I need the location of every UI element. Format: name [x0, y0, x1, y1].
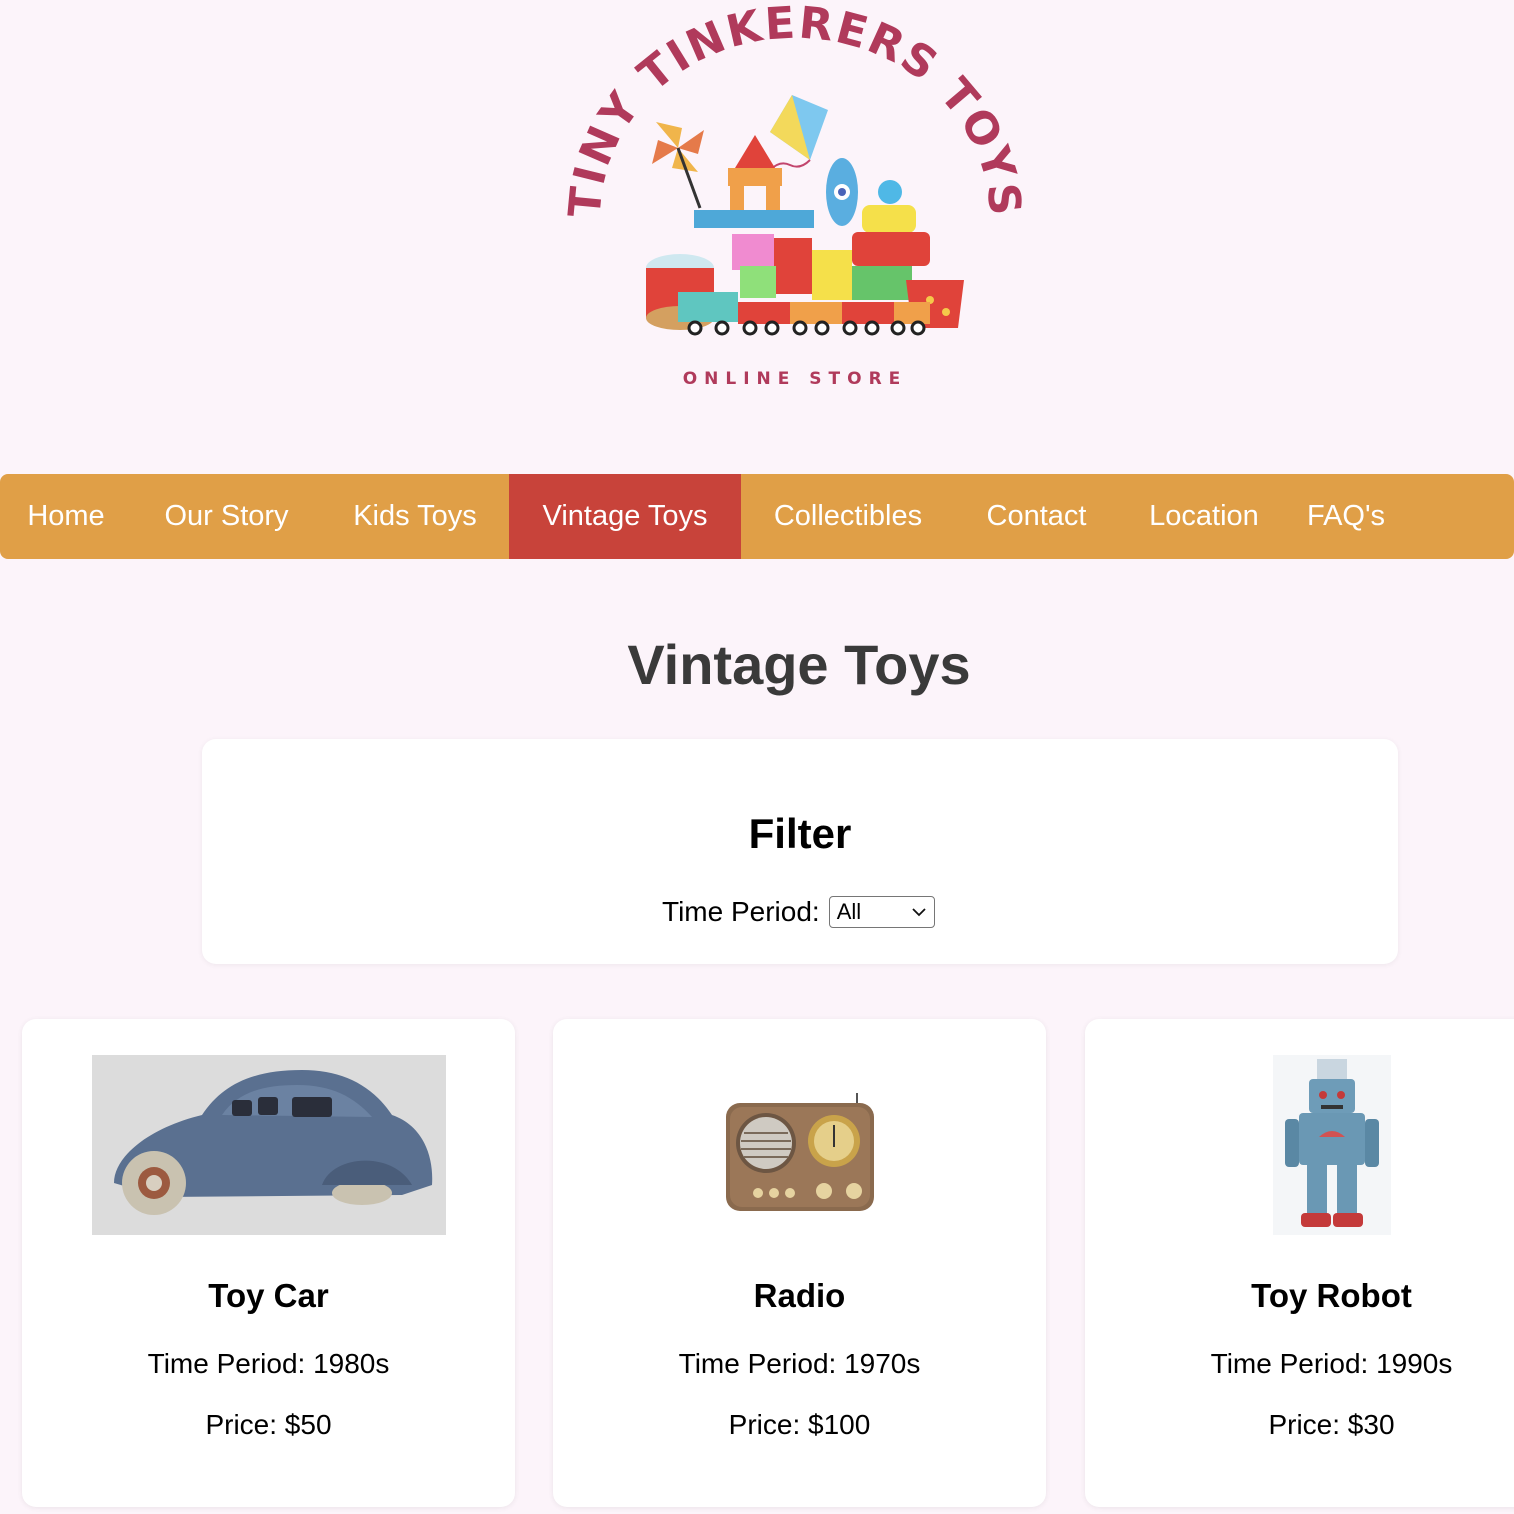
product-card[interactable]: Toy Robot Time Period: 1990s Price: $30 — [1085, 1019, 1514, 1507]
vintage-radio-image[interactable] — [709, 1055, 890, 1235]
filter-title: Filter — [748, 810, 852, 857]
nav-our-story[interactable]: Our Story — [132, 474, 321, 559]
product-card[interactable]: Radio Time Period: 1970s Price: $100 — [553, 1019, 1046, 1507]
product-image-wrapper — [1085, 1055, 1514, 1235]
time-period-selected-value: All — [836, 899, 862, 924]
product-time-period: Time Period: 1970s — [678, 1348, 921, 1379]
product-time-period: Time Period: 1990s — [1210, 1348, 1453, 1379]
page-title: Vintage Toys — [627, 633, 971, 696]
product-image-wrapper — [553, 1055, 1046, 1235]
vintage-car-image[interactable] — [91, 1055, 446, 1235]
product-name: Toy Car — [208, 1277, 329, 1314]
product-time-period: Time Period: 1980s — [147, 1348, 390, 1379]
nav-contact[interactable]: Contact — [955, 474, 1118, 559]
store-logo[interactable]: TINY TINKERERS TOYS ONLINE STORE — [560, 0, 1030, 410]
product-image-wrapper — [22, 1055, 515, 1235]
time-period-select[interactable]: All — [828, 896, 935, 928]
main-nav: Home Our Story Kids Toys Vintage Toys Co… — [0, 474, 1514, 559]
product-card[interactable]: Toy Car Time Period: 1980s Price: $50 — [22, 1019, 515, 1507]
product-price: Price: $50 — [205, 1409, 332, 1440]
nav-faqs[interactable]: FAQ's — [1290, 474, 1402, 559]
toy-robot-image[interactable] — [1272, 1055, 1391, 1235]
product-price: Price: $100 — [728, 1409, 871, 1440]
product-name: Radio — [753, 1277, 846, 1314]
logo-graphic: TINY TINKERERS TOYS ONLINE STORE — [560, 0, 1029, 389]
product-price: Price: $30 — [1268, 1409, 1395, 1440]
nav-kids-toys[interactable]: Kids Toys — [321, 474, 509, 559]
nav-home[interactable]: Home — [0, 474, 132, 559]
logo-subtitle: ONLINE STORE — [683, 369, 908, 389]
page: TINY TINKERERS TOYS ONLINE STORE Home Ou… — [0, 0, 1514, 1514]
time-period-filter: Time Period: All — [662, 895, 935, 929]
product-name: Toy Robot — [1251, 1277, 1412, 1314]
nav-location[interactable]: Location — [1118, 474, 1290, 559]
nav-collectibles[interactable]: Collectibles — [741, 474, 955, 559]
time-period-label: Time Period: — [662, 896, 820, 927]
nav-vintage-toys[interactable]: Vintage Toys — [509, 474, 741, 559]
chevron-down-icon — [912, 908, 926, 917]
